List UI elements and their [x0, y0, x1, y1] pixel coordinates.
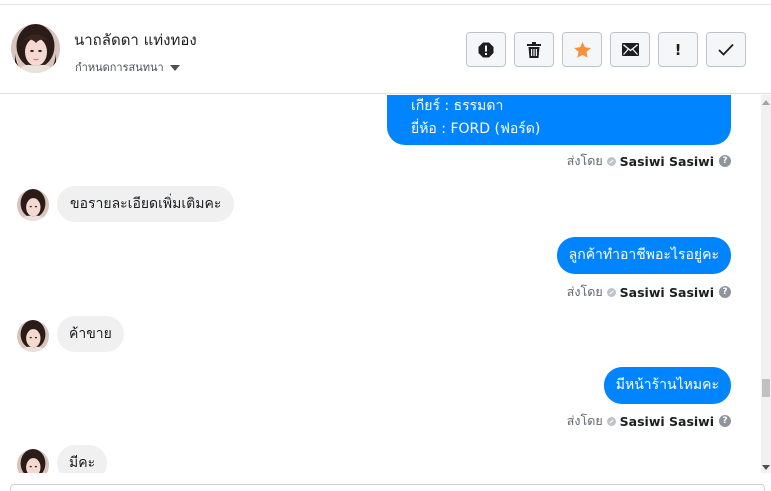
scroll-thumb[interactable] [762, 379, 770, 397]
sent-by-label: ส่งโดย [566, 413, 603, 428]
outgoing-message: เกียร์ : ธรรมดา ยี่ห้อ : FORD (ฟอร์ด) [387, 95, 731, 145]
incoming-message: ค้าขาย [57, 316, 124, 352]
delete-button[interactable] [514, 32, 554, 67]
verified-icon [606, 156, 616, 166]
follow-up-button[interactable]: ! [658, 32, 698, 67]
incoming-message: ขอรายละเอียดเพิ่มเติมคะ [57, 186, 235, 222]
sent-by-label: ส่งโดย [566, 284, 603, 299]
sent-by-line: ส่งโดย Sasiwi Sasiwi ? [567, 411, 731, 431]
sent-by-label: ส่งโดย [566, 153, 603, 168]
conversation-schedule-label: กำหนดการสนทนา [75, 61, 164, 74]
mail-icon [621, 43, 639, 56]
star-icon [573, 41, 591, 58]
mark-done-button[interactable] [706, 32, 746, 67]
conversation-header: นาถลัดดา แท่งทอง กำหนดการสนทนา ! [0, 6, 771, 94]
contact-avatar-small [17, 189, 49, 221]
contact-avatar-small [17, 320, 49, 352]
contact-avatar-small [17, 449, 49, 473]
verified-icon [606, 287, 616, 297]
message-composer[interactable] [10, 484, 765, 491]
verified-icon [606, 416, 616, 426]
message-text: เกียร์ : ธรรมดา [411, 98, 504, 114]
trash-icon [527, 41, 541, 58]
check-icon [718, 43, 734, 56]
spam-icon [478, 42, 494, 57]
incoming-message: มีคะ [57, 445, 108, 473]
message-text: ค้าขาย [69, 326, 112, 342]
contact-avatar[interactable] [11, 24, 60, 73]
help-icon[interactable]: ? [719, 155, 731, 167]
thread-scrollbar[interactable] [761, 95, 771, 473]
help-icon[interactable]: ? [719, 415, 731, 427]
message-text: ลูกค้าทำอาชีพอะไรอยู่คะ [568, 247, 719, 263]
star-button[interactable] [562, 32, 602, 67]
conversation-schedule-dropdown[interactable]: กำหนดการสนทนา [75, 58, 180, 76]
message-text: ยี่ห้อ : FORD (ฟอร์ด) [411, 121, 541, 137]
sent-by-agent[interactable]: Sasiwi Sasiwi [620, 285, 714, 300]
sent-by-agent[interactable]: Sasiwi Sasiwi [620, 154, 714, 169]
message-text: ขอรายละเอียดเพิ่มเติมคะ [70, 196, 222, 212]
scroll-up-arrow-icon[interactable] [762, 100, 770, 105]
mark-unread-button[interactable] [610, 32, 650, 67]
message-text: มีหน้าร้านไหมคะ [615, 377, 719, 393]
help-icon[interactable]: ? [719, 286, 731, 298]
caret-down-icon [169, 64, 180, 71]
outgoing-message: ลูกค้าทำอาชีพอะไรอยู่คะ [556, 237, 731, 274]
scroll-down-arrow-icon[interactable] [762, 465, 770, 470]
window-top-border [0, 0, 771, 5]
message-thread[interactable]: เกียร์ : ธรรมดา ยี่ห้อ : FORD (ฟอร์ด) ส่… [0, 95, 761, 473]
sent-by-line: ส่งโดย Sasiwi Sasiwi ? [567, 151, 731, 171]
message-text: มีคะ [69, 455, 96, 471]
sent-by-line: ส่งโดย Sasiwi Sasiwi ? [567, 282, 731, 302]
contact-name[interactable]: นาถลัดดา แท่งทอง [74, 28, 197, 52]
outgoing-message: มีหน้าร้านไหมคะ [603, 367, 731, 404]
mark-spam-button[interactable] [466, 32, 506, 67]
sent-by-agent[interactable]: Sasiwi Sasiwi [620, 414, 714, 429]
